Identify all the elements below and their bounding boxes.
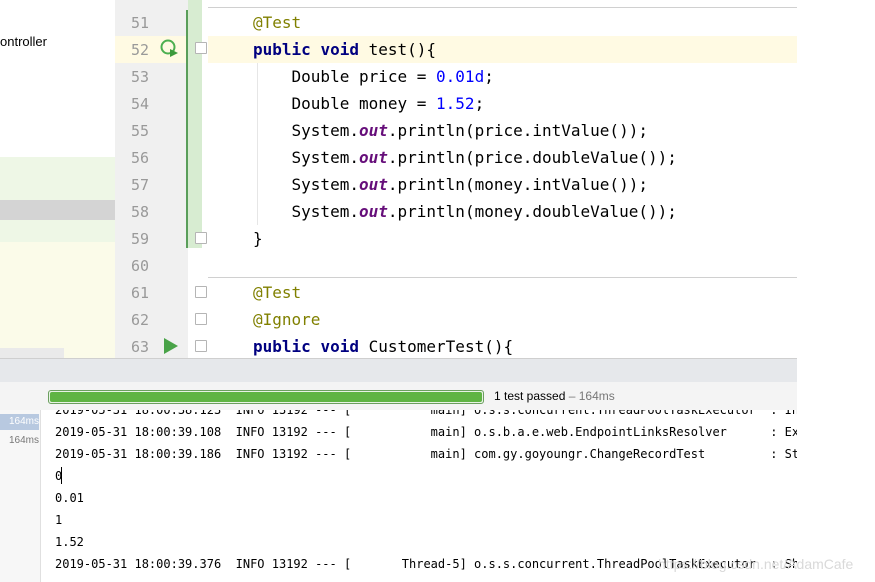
line-number: 53 [130, 68, 149, 86]
code-token: } [253, 229, 263, 248]
line-number: 63 [130, 338, 149, 356]
code-line: System.out.println(money.doubleValue()); [253, 198, 677, 225]
line-number: 60 [130, 257, 149, 275]
line-number: 54 [130, 95, 149, 113]
code-token: public [253, 40, 321, 59]
line-number: 62 [130, 311, 149, 329]
fold-icon[interactable] [195, 313, 207, 325]
code-token: test(){ [368, 40, 437, 59]
code-token: ; [474, 94, 485, 113]
console-line: 2019-05-31 18:00:39.108 INFO 13192 --- [… [55, 425, 797, 439]
code-token: Double price = [253, 67, 437, 86]
console-line: 2019-05-31 18:00:38.123 INFO 13192 --- [… [55, 410, 797, 417]
tree-row-selected[interactable] [0, 200, 115, 220]
code-line: System.out.println(price.doubleValue()); [253, 144, 677, 171]
code-line: @Test [253, 9, 301, 36]
code-editor[interactable]: @Test public void test(){ Double price = … [208, 0, 797, 358]
test-status-time: – 164ms [565, 389, 615, 403]
code-line: @Test [253, 279, 301, 306]
code-token: .println(price.intValue()); [387, 121, 648, 140]
project-tree-item[interactable]: ontroller [0, 34, 47, 49]
code-token: out [358, 148, 388, 167]
code-token: System. [253, 202, 359, 221]
test-progress-bar [48, 390, 484, 404]
line-number: 52 [130, 41, 149, 59]
line-number: 51 [130, 14, 149, 32]
editor-right-margin [797, 0, 875, 582]
code-token: public [253, 337, 321, 356]
run-test-icon[interactable] [163, 337, 179, 355]
vcs-change-marker[interactable] [188, 0, 202, 248]
test-status-label: 1 test passed [494, 389, 566, 403]
line-number: 61 [130, 284, 149, 302]
tree-scrollbar[interactable] [0, 348, 64, 358]
code-line: public void CustomerTest(){ [253, 333, 513, 358]
code-token: .println(money.intValue()); [387, 175, 648, 194]
console-line: 1.52 [55, 535, 84, 549]
watermark: https://blog.csdn.net/AdamCafe [658, 556, 854, 572]
run-panel-header [0, 358, 797, 383]
console-line: 1 [55, 513, 63, 527]
code-token: @Ignore [253, 310, 321, 329]
code-token: 1.52 [436, 94, 475, 113]
code-line: Double price = 0.01d; [253, 63, 494, 90]
code-line: } [253, 225, 263, 252]
code-line: public void test(){ [253, 36, 436, 63]
code-token: System. [253, 175, 359, 194]
code-token: void [320, 40, 369, 59]
line-number: 57 [130, 176, 149, 194]
code-token: CustomerTest(){ [368, 337, 514, 356]
test-progress-fill [50, 392, 482, 402]
test-status-text: 1 test passed – 164ms [494, 389, 615, 403]
code-token: .println(money.doubleValue()); [387, 202, 677, 221]
tree-row-highlight [0, 157, 115, 200]
line-number: 58 [130, 203, 149, 221]
code-token: System. [253, 121, 359, 140]
tree-row-highlight [0, 220, 115, 242]
editor-gutter: 51 52 53 54 55 56 57 58 59 60 61 62 63 [115, 0, 188, 358]
code-token: void [320, 337, 369, 356]
code-token: System. [253, 148, 359, 167]
tree-row-area [0, 242, 115, 358]
fold-icon[interactable] [195, 42, 207, 54]
test-duration-column: 164ms 164ms [0, 410, 41, 582]
code-token: @Test [253, 13, 302, 32]
code-line: System.out.println(money.intValue()); [253, 171, 648, 198]
code-token: 0.01d [436, 67, 485, 86]
code-token: @Test [253, 283, 302, 302]
fold-icon[interactable] [195, 340, 207, 352]
change-marker-line [186, 10, 188, 248]
test-duration[interactable]: 164ms [0, 433, 39, 449]
code-token: Double money = [253, 94, 437, 113]
method-separator [208, 277, 797, 278]
test-progress-row: 1 test passed – 164ms [0, 382, 797, 411]
code-token: out [358, 202, 388, 221]
line-number: 59 [130, 230, 149, 248]
code-line: @Ignore [253, 306, 320, 333]
run-test-icon[interactable] [159, 38, 179, 58]
fold-icon[interactable] [195, 286, 207, 298]
line-number: 55 [130, 122, 149, 140]
code-line: Double money = 1.52; [253, 90, 485, 117]
code-token: .println(price.doubleValue()); [387, 148, 677, 167]
code-line: System.out.println(price.intValue()); [253, 117, 648, 144]
fold-icon[interactable] [195, 232, 207, 244]
test-duration-selected[interactable]: 164ms [0, 414, 39, 430]
project-tree-panel: ontroller [0, 0, 115, 358]
code-token: ; [484, 67, 494, 86]
code-token: out [358, 121, 388, 140]
console-line: 0.01 [55, 491, 84, 505]
line-number: 56 [130, 149, 149, 167]
console-cursor [61, 467, 62, 484]
method-separator [208, 7, 797, 8]
console-line: 2019-05-31 18:00:39.186 INFO 13192 --- [… [55, 447, 797, 461]
code-token: out [358, 175, 388, 194]
